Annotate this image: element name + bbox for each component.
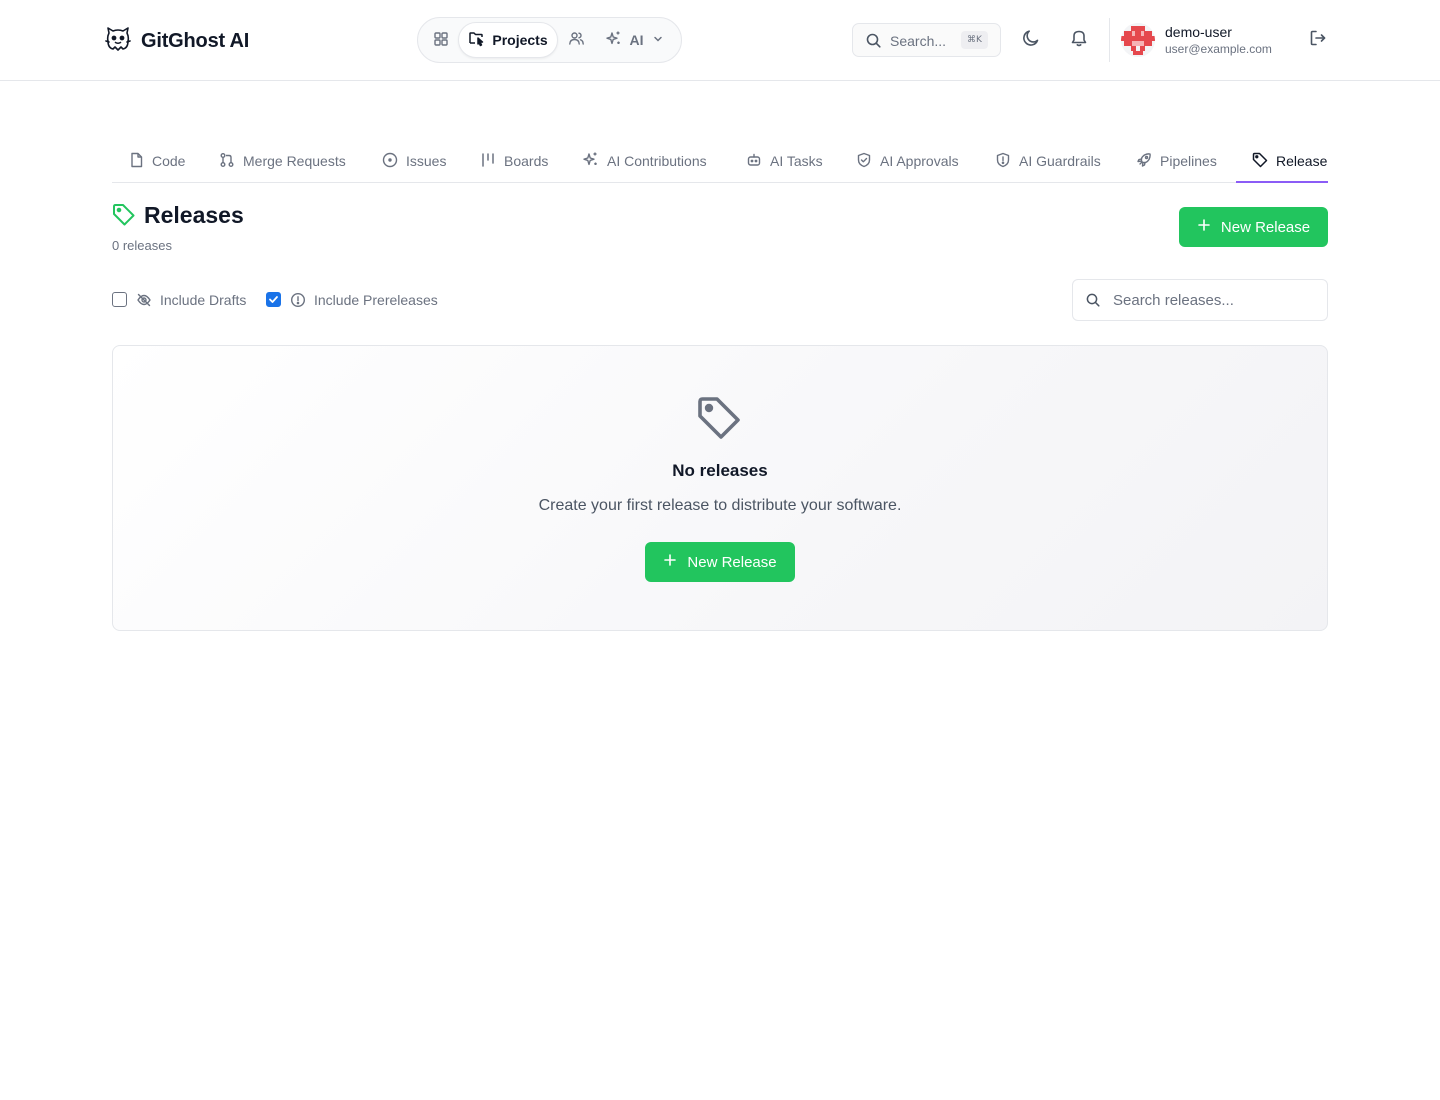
eye-off-icon <box>136 292 152 313</box>
tab-ai-tasks-label: AI Tasks <box>770 153 823 169</box>
tab-ai-contributions[interactable]: AI Contributions <box>582 139 707 183</box>
release-search-input[interactable] <box>1113 280 1319 320</box>
nav-ai-dropdown[interactable]: AI <box>596 22 672 58</box>
shield-alert-icon <box>995 152 1011 171</box>
tab-release[interactable]: Release <box>1252 139 1327 183</box>
tab-boards-label: Boards <box>504 153 549 169</box>
nav-dashboard[interactable] <box>424 22 458 58</box>
include-drafts-label: Include Drafts <box>160 292 247 308</box>
chevron-down-icon <box>652 32 664 48</box>
logout-button[interactable] <box>1302 24 1334 56</box>
new-release-button[interactable]: New Release <box>1179 207 1328 247</box>
tab-release-label: Release <box>1276 153 1328 169</box>
tab-issues-label: Issues <box>406 153 447 169</box>
page-title: Releases <box>144 202 244 228</box>
empty-state-description: Create your first release to distribute … <box>538 497 902 514</box>
plus-icon <box>663 553 677 571</box>
empty-state-new-release-button[interactable]: New Release <box>645 542 795 582</box>
bot-icon <box>746 152 762 171</box>
alert-circle-icon <box>290 292 306 313</box>
kanban-icon <box>480 152 496 171</box>
ghost-logo-icon <box>103 24 133 59</box>
merge-icon <box>219 152 235 171</box>
logout-icon <box>1308 28 1328 53</box>
user-name: demo-user <box>1165 24 1232 40</box>
avatar[interactable] <box>1121 23 1155 57</box>
project-tabs: Code Merge Requests Issues Boards AI Con… <box>112 139 1328 183</box>
sparkles-icon <box>582 151 599 171</box>
header-divider <box>1109 18 1110 62</box>
user-email: user@example.com <box>1165 42 1272 56</box>
file-icon <box>129 152 144 171</box>
tab-code[interactable]: Code <box>129 139 185 183</box>
nav-projects-label: Projects <box>492 32 548 48</box>
tab-ai-guardrails-label: AI Guardrails <box>1019 153 1101 169</box>
sparkles-icon <box>605 30 622 50</box>
search-icon <box>865 32 882 54</box>
users-icon <box>568 30 585 50</box>
tab-code-label: Code <box>152 153 186 169</box>
global-search-placeholder: Search... <box>890 33 947 49</box>
tag-icon <box>112 203 136 232</box>
tab-boards[interactable]: Boards <box>480 139 548 183</box>
active-tab-indicator <box>1236 181 1328 183</box>
bell-icon <box>1069 28 1089 53</box>
moon-icon <box>1021 28 1041 53</box>
new-release-button-label: New Release <box>1220 218 1311 236</box>
nav-users[interactable] <box>560 22 592 58</box>
folder-git-icon <box>468 30 485 50</box>
include-prereleases-label: Include Prereleases <box>314 292 438 308</box>
tag-icon <box>697 396 743 447</box>
tab-ai-guardrails[interactable]: AI Guardrails <box>995 139 1101 183</box>
tab-ai-contributions-label: AI Contributions <box>607 153 707 169</box>
search-shortcut-badge: ⌘K <box>961 31 988 49</box>
tab-ai-tasks[interactable]: AI Tasks <box>746 139 823 183</box>
notifications-button[interactable] <box>1063 24 1095 56</box>
include-drafts-checkbox[interactable] <box>112 292 127 307</box>
rocket-icon <box>1136 152 1152 171</box>
search-icon <box>1085 292 1101 313</box>
release-search <box>1072 279 1328 321</box>
release-count: 0 releases <box>112 238 172 253</box>
tab-issues[interactable]: Issues <box>382 139 446 183</box>
plus-icon <box>1197 218 1211 236</box>
nav-ai-label: AI <box>629 32 644 48</box>
tab-pipelines[interactable]: Pipelines <box>1136 139 1217 183</box>
tab-ai-approvals[interactable]: AI Approvals <box>856 139 959 183</box>
include-prereleases-checkbox[interactable] <box>266 292 281 307</box>
empty-state-title: No releases <box>672 461 768 480</box>
main-nav: Projects AI <box>417 17 682 63</box>
shield-check-icon <box>856 152 872 171</box>
issue-circle-icon <box>382 152 398 171</box>
tab-merge-requests[interactable]: Merge Requests <box>219 139 346 183</box>
grid-icon <box>433 31 449 50</box>
nav-projects[interactable]: Projects <box>458 22 558 58</box>
tab-pipelines-label: Pipelines <box>1160 153 1217 169</box>
top-navigation-bar: GitGhost AI Projects AI Search... ⌘K dem… <box>0 0 1440 81</box>
brand-name: GitGhost AI <box>141 30 250 52</box>
theme-toggle-button[interactable] <box>1015 24 1047 56</box>
empty-state-button-label: New Release <box>687 553 777 571</box>
tab-merge-requests-label: Merge Requests <box>243 153 346 169</box>
tag-icon <box>1252 152 1268 171</box>
brand[interactable]: GitGhost AI <box>103 24 249 59</box>
empty-state-card <box>112 345 1328 631</box>
tab-ai-approvals-label: AI Approvals <box>880 153 959 169</box>
